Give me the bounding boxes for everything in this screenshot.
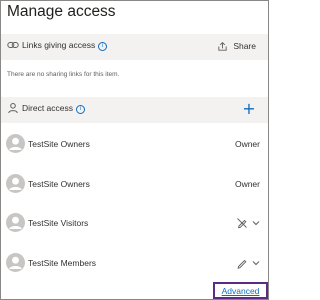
permission-dropdown[interactable]	[236, 257, 260, 269]
person-icon	[8, 103, 18, 114]
share-button[interactable]: Share	[217, 38, 256, 54]
share-label: Share	[233, 41, 256, 51]
link-icon	[7, 42, 19, 48]
member-role[interactable]: Owner	[235, 179, 260, 189]
advanced-link[interactable]: Advanced	[222, 286, 260, 296]
member-role[interactable]: Owner	[235, 139, 260, 149]
user-avatar-icon	[6, 174, 25, 193]
direct-access-label: Direct access i	[22, 103, 86, 114]
user-avatar-icon	[6, 253, 25, 272]
user-avatar-icon	[6, 134, 25, 153]
panel-title: Manage access	[7, 3, 116, 20]
no-sharing-links-message: There are no sharing links for this item…	[7, 71, 120, 78]
chevron-down-icon	[252, 221, 260, 226]
member-row[interactable]: TestSite Visitors	[1, 211, 268, 235]
direct-access-text: Direct access	[22, 103, 74, 113]
chevron-down-icon	[252, 261, 260, 266]
permission-dropdown[interactable]	[236, 217, 260, 229]
add-direct-access-button[interactable]: +	[242, 101, 256, 117]
edit-pencil-icon	[237, 259, 247, 269]
manage-access-panel: Manage access Links giving access i Share…	[0, 0, 269, 300]
user-avatar-icon	[6, 213, 25, 232]
member-row[interactable]: TestSite Owners Owner	[1, 172, 268, 196]
direct-access-header: Direct access i +	[1, 97, 268, 123]
info-icon[interactable]: i	[76, 105, 86, 114]
member-name: TestSite Members	[28, 258, 97, 268]
member-name: TestSite Visitors	[28, 218, 89, 228]
share-icon	[218, 41, 227, 51]
links-giving-access-header: Links giving access i Share	[1, 34, 268, 60]
advanced-link-highlight: Advanced	[213, 282, 268, 299]
no-edit-icon	[237, 218, 247, 229]
links-giving-access-text: Links giving access	[22, 40, 96, 50]
member-row[interactable]: TestSite Owners Owner	[1, 132, 268, 156]
member-name: TestSite Owners	[28, 179, 90, 189]
info-icon[interactable]: i	[98, 42, 108, 51]
member-name: TestSite Owners	[28, 139, 90, 149]
member-row[interactable]: TestSite Members	[1, 251, 268, 275]
links-giving-access-label: Links giving access i	[22, 40, 108, 51]
